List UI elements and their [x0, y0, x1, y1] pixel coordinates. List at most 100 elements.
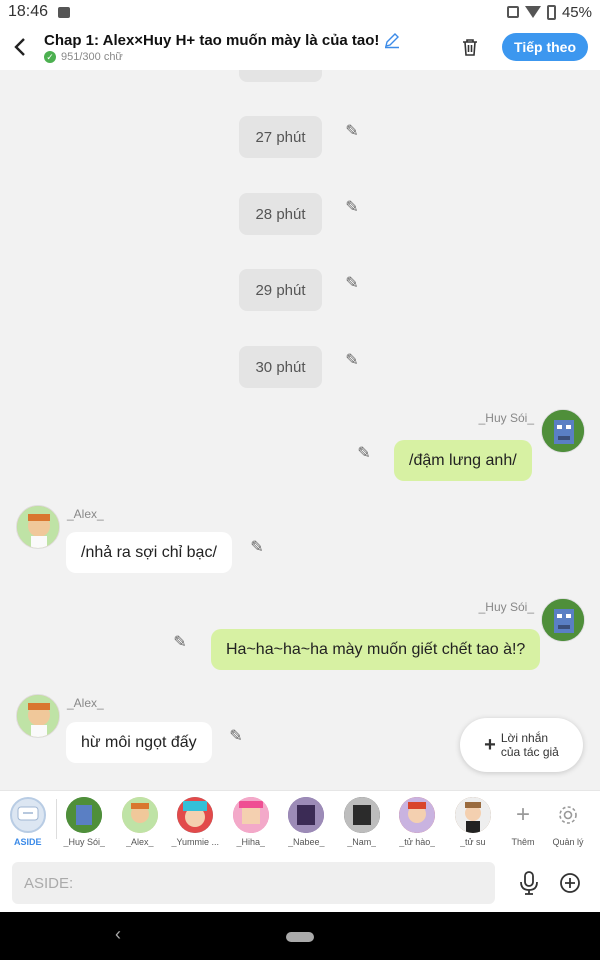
system-navbar: ‹	[0, 912, 600, 960]
character-avatar	[343, 797, 380, 833]
chapter-title-row[interactable]: Chap 1: Alex×Huy H+ tao muốn mày là của …	[44, 31, 452, 49]
edit-pencil-icon[interactable]: ✎	[343, 351, 361, 369]
plus-icon: +	[515, 801, 530, 828]
character-avatar	[66, 797, 103, 833]
minecraft-skin-icon	[542, 410, 584, 452]
add-button[interactable]	[553, 865, 588, 901]
manage-label: Quản lý	[552, 837, 584, 847]
avatar-alex[interactable]	[16, 505, 60, 549]
back-button[interactable]	[0, 24, 40, 70]
message-bubble[interactable]: /đậm lưng anh/	[394, 440, 532, 481]
aside-avatar	[9, 797, 46, 833]
time-pill: 29 phút	[239, 269, 322, 311]
trash-icon	[463, 39, 478, 56]
character-tu-hao[interactable]: _tử hào_	[390, 797, 446, 847]
edit-pencil-icon[interactable]: ✎	[355, 444, 373, 462]
author-note-line1: Lời nhắn	[500, 730, 549, 745]
gear-icon	[550, 797, 586, 833]
edit-pencil-icon[interactable]: ✎	[343, 274, 361, 292]
message-bubble[interactable]: Ha~ha~ha~ha mày muốn giết chết tao à!?	[211, 629, 541, 670]
edit-title-icon[interactable]	[383, 31, 401, 49]
character-label: _Nabee_	[287, 837, 325, 847]
gallery-icon	[58, 6, 71, 18]
character-avatar	[177, 797, 214, 833]
character-avatar	[288, 797, 325, 833]
character-avatar	[454, 797, 491, 833]
status-right: 45%	[506, 3, 592, 21]
time-pill-partial	[239, 70, 322, 82]
character-hiha[interactable]: _Hiha_	[223, 797, 279, 847]
microphone-icon	[520, 871, 538, 895]
character-avatar-icon	[17, 506, 59, 548]
character-label: _Huy Sói_	[63, 837, 106, 847]
title-area: Chap 1: Alex×Huy H+ tao muốn mày là của …	[40, 31, 452, 63]
edit-pencil-icon[interactable]: ✎	[343, 198, 361, 216]
character-label: _Hiha_	[236, 837, 266, 847]
chat-area[interactable]: 27 phút ✎ 28 phút ✎ 29 phút ✎ 30 phút ✎ …	[0, 70, 600, 790]
character-label: _Nam_	[347, 837, 377, 847]
word-count-row: ✓ 951/300 chữ	[44, 51, 452, 63]
edit-pencil-icon[interactable]: ✎	[171, 633, 189, 651]
character-yummie[interactable]: _Yummie ...	[168, 797, 224, 847]
time-pill: 27 phút	[239, 116, 322, 158]
delete-button[interactable]	[452, 29, 488, 65]
author-note-line2: của tác giả	[500, 745, 559, 759]
add-character-button[interactable]: + Thêm	[501, 797, 546, 847]
character-aside[interactable]: ASIDE	[0, 797, 56, 847]
sender-name: _Alex_	[67, 507, 104, 521]
nav-home-pill[interactable]	[286, 932, 314, 942]
character-label: _tử su	[459, 837, 486, 847]
character-bar: ASIDE _Huy Sói_ _Alex_ _Yummie ... _Hiha…	[0, 790, 600, 854]
word-count: 951/300 chữ	[61, 51, 123, 63]
sender-name: _Huy Sói_	[478, 600, 534, 614]
edit-pencil-icon[interactable]: ✎	[343, 122, 361, 140]
character-label: _Alex_	[125, 837, 154, 847]
add-circle-icon	[560, 873, 581, 893]
time-pill: 30 phút	[239, 346, 322, 388]
sender-name: _Huy Sói_	[478, 411, 534, 425]
chevron-left-icon	[14, 38, 25, 56]
check-icon: ✓	[44, 51, 56, 63]
message-bubble[interactable]: /nhả ra sợi chỉ bạc/	[66, 532, 232, 573]
plus-icon: +	[484, 734, 496, 756]
character-avatar	[232, 797, 269, 833]
time-pill: 28 phút	[239, 193, 322, 235]
status-time: 18:46	[8, 3, 49, 20]
battery-percent: 45%	[561, 3, 592, 21]
add-character-label: Thêm	[511, 837, 535, 847]
edit-pencil-icon[interactable]: ✎	[227, 727, 245, 745]
edit-pencil-icon[interactable]: ✎	[248, 538, 266, 556]
character-nabee[interactable]: _Nabee_	[279, 797, 335, 847]
input-bar	[0, 854, 600, 912]
character-tu-su[interactable]: _tử su	[445, 797, 501, 847]
chat-bubble-icon	[17, 806, 39, 821]
author-note-button[interactable]: + Lời nhắn của tác giả	[460, 718, 583, 772]
character-huy-soi[interactable]: _Huy Sói_	[57, 797, 113, 847]
next-button[interactable]: Tiếp theo	[502, 33, 588, 61]
character-avatar	[399, 797, 436, 833]
avatar-huy-soi[interactable]	[541, 409, 585, 453]
chapter-title: Chap 1: Alex×Huy H+ tao muốn mày là của …	[44, 31, 380, 49]
character-label: _Yummie ...	[171, 837, 220, 847]
character-alex[interactable]: _Alex_	[112, 797, 168, 847]
sender-name: _Alex_	[67, 696, 104, 710]
status-bar: 18:46 45%	[0, 0, 600, 24]
character-avatar-icon	[17, 695, 59, 737]
character-avatar	[121, 797, 158, 833]
minecraft-skin-icon	[542, 599, 584, 641]
vibrate-icon	[506, 6, 519, 18]
author-note-label: Lời nhắn của tác giả	[501, 731, 559, 760]
character-nam[interactable]: _Nam_	[334, 797, 390, 847]
message-input[interactable]	[12, 862, 496, 904]
avatar-alex[interactable]	[16, 694, 60, 738]
header: Chap 1: Alex×Huy H+ tao muốn mày là của …	[0, 24, 600, 70]
character-label: ASIDE	[13, 837, 42, 847]
nav-back-icon[interactable]: ‹	[115, 924, 121, 945]
avatar-huy-soi[interactable]	[541, 598, 585, 642]
manage-characters-button[interactable]: Quản lý	[546, 797, 591, 847]
wifi-icon	[524, 6, 541, 18]
microphone-button[interactable]	[511, 865, 546, 901]
battery-icon	[546, 4, 556, 20]
message-bubble[interactable]: hừ môi ngọt đấy	[66, 722, 212, 763]
character-label: _tử hào_	[399, 837, 436, 847]
